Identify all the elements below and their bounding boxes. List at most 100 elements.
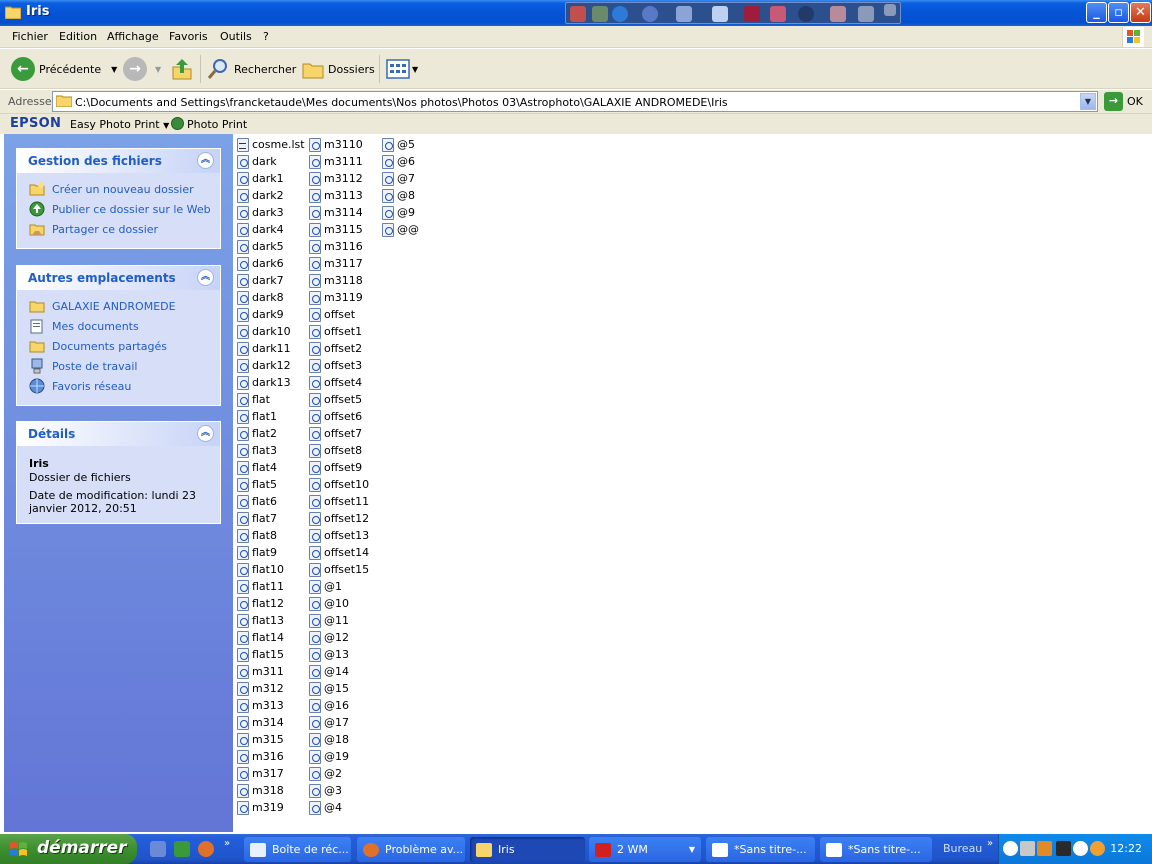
- taskbar-button[interactable]: 2 WM ▼: [589, 837, 701, 862]
- tray-app-icon[interactable]: [1037, 841, 1052, 856]
- up-folder-button[interactable]: [171, 55, 193, 83]
- globe-icon[interactable]: [642, 6, 658, 22]
- file-item[interactable]: flat10: [237, 561, 284, 578]
- file-list[interactable]: cosme.lst dark dark1 dark2 dark3 dark4 dark5 da…: [234, 134, 1152, 832]
- file-item[interactable]: @12: [309, 629, 349, 646]
- arrow-icon[interactable]: [1003, 841, 1018, 856]
- back-button[interactable]: ← Précédente ▼: [11, 55, 117, 83]
- file-item[interactable]: dark6: [237, 255, 284, 272]
- file-item[interactable]: flat15: [237, 646, 284, 663]
- address-input[interactable]: C:\Documents and Settings\francketaude\M…: [52, 91, 1098, 112]
- file-item[interactable]: dark5: [237, 238, 284, 255]
- file-item[interactable]: m315: [237, 731, 284, 748]
- firefox-icon[interactable]: [198, 841, 214, 857]
- file-item[interactable]: cosme.lst: [237, 136, 305, 153]
- file-item[interactable]: flat13: [237, 612, 284, 629]
- file-item[interactable]: m3119: [309, 289, 363, 306]
- rewind-icon[interactable]: [744, 6, 760, 22]
- file-item[interactable]: m3110: [309, 136, 363, 153]
- go-arrow-icon[interactable]: →: [1104, 92, 1123, 111]
- file-item[interactable]: flat5: [237, 476, 277, 493]
- photo-print-button[interactable]: Photo Print: [187, 118, 247, 131]
- file-item[interactable]: m3111: [309, 153, 363, 170]
- file-item[interactable]: @11: [309, 612, 349, 629]
- file-item[interactable]: flat1: [237, 408, 277, 425]
- file-item[interactable]: offset2: [309, 340, 362, 357]
- menu-outils[interactable]: Outils: [220, 30, 252, 43]
- file-item[interactable]: @1: [309, 578, 342, 595]
- collapse-icon[interactable]: ︽: [197, 152, 214, 169]
- file-item[interactable]: m3118: [309, 272, 363, 289]
- taskbar-button[interactable]: *Sans titre-...: [706, 837, 815, 862]
- file-item[interactable]: m3114: [309, 204, 363, 221]
- note-icon[interactable]: [712, 6, 728, 22]
- chevron-right-icon[interactable]: »: [224, 838, 230, 849]
- file-item[interactable]: @10: [309, 595, 349, 612]
- file-item[interactable]: m311: [237, 663, 284, 680]
- tray-app-icon[interactable]: [1090, 841, 1105, 856]
- file-item[interactable]: m312: [237, 680, 284, 697]
- file-item[interactable]: @6: [382, 153, 415, 170]
- file-item[interactable]: flat12: [237, 595, 284, 612]
- file-item[interactable]: dark12: [237, 357, 291, 374]
- file-item[interactable]: offset14: [309, 544, 369, 561]
- file-item[interactable]: flat3: [237, 442, 277, 459]
- file-item[interactable]: dark10: [237, 323, 291, 340]
- file-item[interactable]: dark: [237, 153, 277, 170]
- file-item[interactable]: dark9: [237, 306, 284, 323]
- file-item[interactable]: m3113: [309, 187, 363, 204]
- menu-fichier[interactable]: Fichier: [12, 30, 48, 43]
- app-tray-icon[interactable]: [592, 6, 608, 22]
- file-item[interactable]: @9: [382, 204, 415, 221]
- file-item[interactable]: m314: [237, 714, 284, 731]
- file-item[interactable]: @19: [309, 748, 349, 765]
- chevron-down-icon[interactable]: ▼: [155, 65, 161, 74]
- forward-button[interactable]: → ▼: [123, 55, 161, 83]
- chevron-right-icon[interactable]: »: [987, 838, 993, 849]
- file-item[interactable]: @7: [382, 170, 415, 187]
- place-favoris-reseau[interactable]: Favoris réseau: [29, 377, 131, 395]
- minimize-button[interactable]: _: [1086, 2, 1107, 23]
- file-item[interactable]: flat8: [237, 527, 277, 544]
- quicklaunch-icon[interactable]: [150, 841, 166, 857]
- go-button[interactable]: OK: [1127, 95, 1143, 108]
- file-item[interactable]: flat11: [237, 578, 284, 595]
- tray-app-icon[interactable]: [1073, 841, 1088, 856]
- panel-header[interactable]: Autres emplacements ︽: [17, 266, 220, 290]
- file-item[interactable]: flat6: [237, 493, 277, 510]
- file-item[interactable]: @18: [309, 731, 349, 748]
- file-item[interactable]: offset11: [309, 493, 369, 510]
- easy-photo-print-button[interactable]: Easy Photo Print ▼: [70, 118, 169, 131]
- view-button[interactable]: ▼: [386, 55, 418, 83]
- taskbar-button[interactable]: Problème av...: [357, 837, 465, 862]
- file-item[interactable]: flat7: [237, 510, 277, 527]
- panel-header[interactable]: Gestion des fichiers ︽: [17, 149, 220, 173]
- file-item[interactable]: dark8: [237, 289, 284, 306]
- power-icon[interactable]: [612, 6, 628, 22]
- folders-button[interactable]: Dossiers: [301, 55, 375, 83]
- file-item[interactable]: m3112: [309, 170, 363, 187]
- collapse-icon[interactable]: ︽: [197, 269, 214, 286]
- file-item[interactable]: @15: [309, 680, 349, 697]
- file-item[interactable]: flat9: [237, 544, 277, 561]
- place-galaxie-andromede[interactable]: GALAXIE ANDROMEDE: [29, 297, 176, 315]
- file-item[interactable]: offset1: [309, 323, 362, 340]
- search-button[interactable]: Rechercher: [206, 55, 296, 83]
- file-item[interactable]: offset15: [309, 561, 369, 578]
- file-item[interactable]: offset13: [309, 527, 369, 544]
- file-item[interactable]: m3116: [309, 238, 363, 255]
- file-item[interactable]: m3115: [309, 221, 363, 238]
- mail-icon[interactable]: [676, 6, 692, 22]
- place-poste-de-travail[interactable]: Poste de travail: [29, 357, 137, 375]
- task-share-folder[interactable]: Partager ce dossier: [29, 220, 158, 238]
- file-item[interactable]: offset: [309, 306, 355, 323]
- clock[interactable]: 12:22: [1110, 842, 1142, 855]
- file-item[interactable]: @5: [382, 136, 415, 153]
- place-documents-partages[interactable]: Documents partagés: [29, 337, 167, 355]
- file-item[interactable]: @16: [309, 697, 349, 714]
- file-item[interactable]: m319: [237, 799, 284, 816]
- taskbar-button[interactable]: *Sans titre-...: [820, 837, 932, 862]
- file-item[interactable]: @13: [309, 646, 349, 663]
- file-item[interactable]: flat4: [237, 459, 277, 476]
- file-item[interactable]: m316: [237, 748, 284, 765]
